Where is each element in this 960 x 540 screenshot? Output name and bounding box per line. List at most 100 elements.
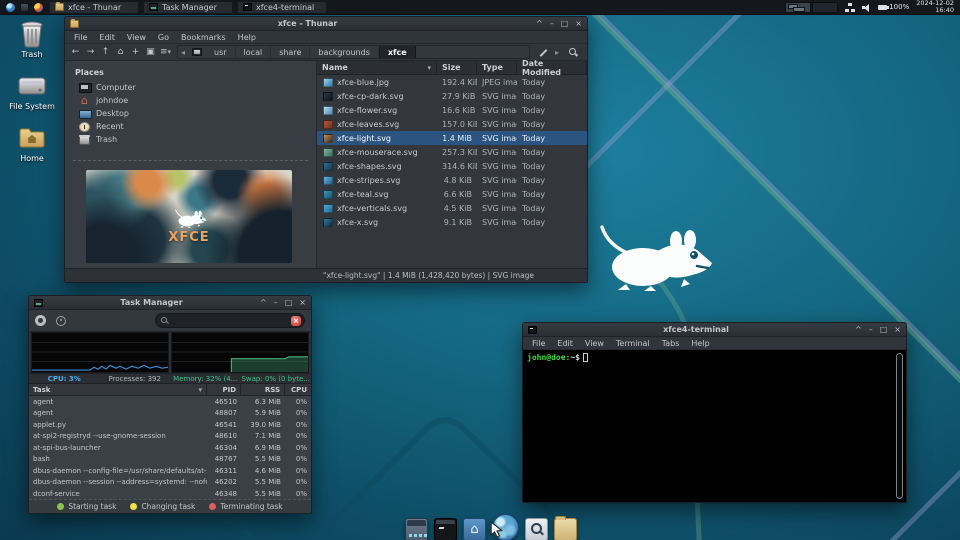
file-row[interactable]: xfce-verticals.svg 4.5 KiB SVG image Today <box>317 201 587 215</box>
sidebar-item-computer[interactable]: Computer <box>73 81 308 94</box>
thunar-menu-edit[interactable]: Edit <box>94 32 120 43</box>
window-maximize-button[interactable]: □ <box>285 298 293 307</box>
home-button[interactable]: ⌂ <box>114 46 127 59</box>
workspace-1[interactable] <box>785 1 812 13</box>
applications-menu-icon[interactable] <box>6 2 15 12</box>
desktop-icon-file-system[interactable]: File System <box>6 72 58 111</box>
column-pid[interactable]: PID <box>207 383 241 396</box>
window-maximize-button[interactable]: □ <box>880 325 888 334</box>
file-row[interactable]: xfce-flower.svg 16.6 KiB SVG image Today <box>317 103 587 117</box>
thunar-menu-view[interactable]: View <box>122 32 151 43</box>
terminal-scrollbar[interactable] <box>896 353 903 499</box>
search-icon[interactable] <box>568 47 579 58</box>
window-maximize-button[interactable]: □ <box>561 19 569 28</box>
window-minimize-button[interactable]: – <box>550 19 554 28</box>
workspace-switcher[interactable] <box>785 1 839 13</box>
window-shade-button[interactable]: ^ <box>855 325 862 334</box>
window-minimize-button[interactable]: – <box>869 325 873 334</box>
process-row[interactable]: dbus-daemon --session --address=systemd:… <box>29 477 311 489</box>
thunar-titlebar[interactable]: xfce - Thunar ^ – □ × <box>65 17 587 31</box>
clock[interactable]: 2024-12-02 16:40 <box>916 0 954 14</box>
search-input[interactable] <box>173 316 287 325</box>
file-row[interactable]: xfce-leaves.svg 157.0 KiB SVG image Today <box>317 117 587 131</box>
show-desktop-icon[interactable] <box>20 2 29 12</box>
sidebar-item-trash[interactable]: Trash <box>73 133 308 146</box>
edit-path-icon[interactable] <box>538 48 547 57</box>
column-task[interactable]: Task ▾ <box>29 383 207 396</box>
file-row[interactable]: xfce-stripes.svg 4.8 KiB SVG image Today <box>317 173 587 187</box>
file-row[interactable]: xfce-light.svg 1.4 MiB SVG image Today <box>317 131 587 145</box>
desktop-icon-trash[interactable]: Trash <box>6 20 58 59</box>
computer-icon[interactable] <box>192 48 203 56</box>
terminal-menu-help[interactable]: Help <box>686 338 714 349</box>
window-shade-button[interactable]: ^ <box>260 298 267 307</box>
dock-terminal-button[interactable] <box>434 518 457 540</box>
window-close-button[interactable]: × <box>894 325 901 334</box>
process-row[interactable]: agent 46510 6.3 MiB 0% <box>29 396 311 408</box>
forward-button[interactable]: → <box>84 46 97 59</box>
thunar-menu-file[interactable]: File <box>69 32 92 43</box>
file-row[interactable]: xfce-blue.jpg 192.4 KiB JPEG image Today <box>317 75 587 89</box>
view-selector-button[interactable]: ≡ ▾ <box>159 46 172 59</box>
thunar-menu-help[interactable]: Help <box>233 32 261 43</box>
up-button[interactable]: ↑ <box>99 46 112 59</box>
file-row[interactable]: xfce-cp-dark.svg 27.9 KiB SVG image Today <box>317 89 587 103</box>
process-row[interactable]: dbus-daemon --config-file=/usr/share/def… <box>29 465 311 477</box>
taskbar-button[interactable]: xfce - Thunar <box>49 0 139 14</box>
process-row[interactable]: at-spi2-registryd --use-gnome-session 486… <box>29 431 311 443</box>
sidebar-item-desktop[interactable]: Desktop <box>73 107 308 120</box>
path-segment-xfce[interactable]: xfce <box>378 46 416 58</box>
path-segment-local[interactable]: local <box>236 46 272 58</box>
file-row[interactable]: xfce-shapes.svg 314.6 KiB SVG image Today <box>317 159 587 173</box>
new-window-button[interactable]: ▣ <box>144 46 157 59</box>
window-minimize-button[interactable]: – <box>274 298 278 307</box>
process-row[interactable]: dconf-service 46348 5.5 MiB 0% <box>29 488 311 499</box>
terminal-menu-tabs[interactable]: Tabs <box>657 338 685 349</box>
task-manager-titlebar[interactable]: Task Manager ^ – □ × <box>29 296 311 310</box>
back-button[interactable]: ← <box>69 46 82 59</box>
workspace-2[interactable] <box>812 1 839 13</box>
path-scroll-left-icon[interactable]: ◂ <box>178 48 188 57</box>
process-row[interactable]: bash 48767 5.5 MiB 0% <box>29 454 311 466</box>
battery-indicator[interactable]: 100% <box>878 3 909 11</box>
thunar-menu-go[interactable]: Go <box>153 32 174 43</box>
terminal-menu-terminal[interactable]: Terminal <box>611 338 655 349</box>
terminal-screen[interactable]: john@doe:~$ <box>523 350 906 502</box>
taskbar-button[interactable]: Task Manager <box>143 0 233 14</box>
column-type[interactable]: Type <box>477 60 517 75</box>
kill-process-icon[interactable]: × <box>291 315 301 326</box>
column-rss[interactable]: RSS <box>241 383 285 396</box>
column-cpu[interactable]: CPU <box>285 384 311 396</box>
dock-files-button[interactable] <box>554 516 577 540</box>
dock-home-button[interactable] <box>463 518 486 540</box>
desktop-icon-home[interactable]: Home <box>6 124 58 163</box>
column-size[interactable]: Size <box>437 60 477 75</box>
terminal-menu-view[interactable]: View <box>580 338 609 349</box>
file-row[interactable]: xfce-x.svg 9.1 KiB SVG image Today <box>317 215 587 229</box>
dock-show-desktop-button[interactable] <box>405 518 428 540</box>
file-row[interactable]: xfce-mouserace.svg 257.3 KiB SVG image Toda… <box>317 145 587 159</box>
terminal-menu-edit[interactable]: Edit <box>552 338 578 349</box>
path-segment-share[interactable]: share <box>271 46 311 58</box>
new-tab-button[interactable]: + <box>129 46 142 59</box>
window-close-button[interactable]: × <box>299 298 306 307</box>
window-shade-button[interactable]: ^ <box>536 19 543 28</box>
window-close-button[interactable]: × <box>575 19 582 28</box>
path-segment-backgrounds[interactable]: backgrounds <box>310 46 379 58</box>
terminal-menu-file[interactable]: File <box>527 338 550 349</box>
dock-search-button[interactable] <box>525 518 548 540</box>
volume-icon[interactable] <box>862 3 871 12</box>
column-date-modified[interactable]: Date Modified <box>517 59 587 77</box>
taskbar-button[interactable]: xfce4-terminal <box>237 0 327 14</box>
path-scroll-right-icon[interactable]: ▸ <box>552 48 562 57</box>
process-row[interactable]: agent 48807 5.9 MiB 0% <box>29 408 311 420</box>
file-row[interactable]: xfce-teal.svg 6.6 KiB SVG image Today <box>317 187 587 201</box>
gear-icon[interactable] <box>35 315 46 326</box>
thunar-menu-bookmarks[interactable]: Bookmarks <box>176 32 231 43</box>
path-segment-usr[interactable]: usr <box>206 46 236 58</box>
column-name[interactable]: Name ▾ <box>317 60 437 75</box>
identify-window-icon[interactable] <box>56 315 66 326</box>
sidebar-item-johndoe[interactable]: ⌂ johndoe <box>73 94 308 107</box>
network-icon[interactable] <box>845 2 855 12</box>
sidebar-item-recent[interactable]: Recent <box>73 120 308 133</box>
